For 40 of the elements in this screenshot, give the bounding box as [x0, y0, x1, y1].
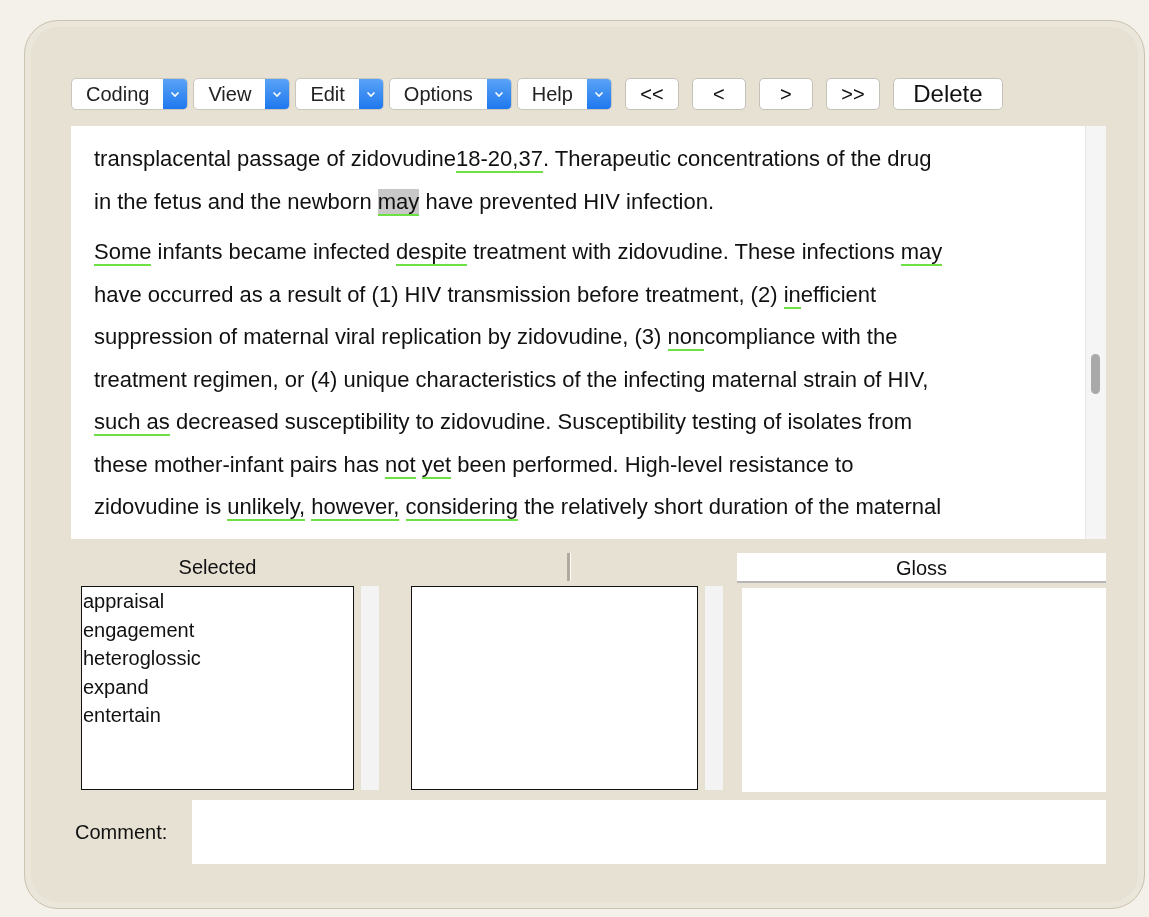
- caret-icon: [170, 90, 181, 98]
- toolbar-button[interactable]: >>: [825, 78, 880, 110]
- list-item[interactable]: appraisal: [82, 587, 353, 616]
- text-line: in the fetus and the newborn may have prevented HIV infection.: [94, 187, 716, 218]
- column-header[interactable]: Gloss: [737, 553, 1106, 583]
- comment-label: Comment:: [75, 820, 169, 844]
- text-line: suppression of maternal viral replication by zidovudine, (3) noncompliance with the: [94, 323, 899, 353]
- text-line: Some infants became infected despite treatment with zidovudine. These infections may: [94, 238, 944, 268]
- list-item[interactable]: engagement: [82, 615, 353, 644]
- toolbar-button[interactable]: <: [691, 78, 746, 110]
- list-item[interactable]: entertain: [82, 701, 353, 730]
- list-box[interactable]: [411, 586, 698, 790]
- menu-button[interactable]: Help: [516, 78, 612, 110]
- scrollbar-track[interactable]: [361, 586, 379, 790]
- gloss-area[interactable]: [742, 588, 1106, 792]
- toolbar-button[interactable]: Delete: [892, 78, 1003, 110]
- caret-icon: [272, 90, 283, 98]
- menu-button[interactable]: Coding: [71, 78, 189, 110]
- toolbar-button[interactable]: <<: [624, 78, 679, 110]
- toolbar-button[interactable]: >: [758, 78, 813, 110]
- text-line: these mother-infant pairs has not yet been performed. High-level resistance to: [94, 450, 855, 481]
- text-line: treatment regimen, or (4) unique characteristics of the infecting maternal strain of HIV,: [94, 365, 930, 394]
- caret-icon: [493, 90, 504, 98]
- menu-button[interactable]: Edit: [295, 78, 384, 110]
- text-line: have occurred as a result of (1) HIV transmission before treatment, (2) inefficient: [94, 280, 878, 311]
- scrollbar-track[interactable]: [705, 586, 723, 790]
- text-line: zidovudine is unlikely, however, considering the relatively short duration of the maternal: [94, 493, 943, 523]
- caret-icon: [365, 90, 376, 98]
- selected-list[interactable]: appraisal engagement heteroglossic expand entertain: [81, 586, 354, 790]
- comment-field[interactable]: [192, 800, 1106, 864]
- text-line: transplacental passage of zidovudine18-20,37. Therapeutic concentrations of the drug: [94, 145, 933, 175]
- scrollbar-thumb[interactable]: [1091, 354, 1100, 394]
- splitter-handle[interactable]: [567, 553, 571, 581]
- text-line: such as decreased susceptibility to zidovudine. Susceptibility testing of isolates from: [94, 408, 914, 438]
- list-item[interactable]: heteroglossic: [82, 644, 353, 673]
- menu-button[interactable]: View: [193, 78, 291, 110]
- menu-button[interactable]: Options: [388, 78, 512, 110]
- caret-icon: [593, 90, 604, 98]
- column-header: Selected: [177, 555, 258, 580]
- list-item[interactable]: expand: [82, 672, 353, 701]
